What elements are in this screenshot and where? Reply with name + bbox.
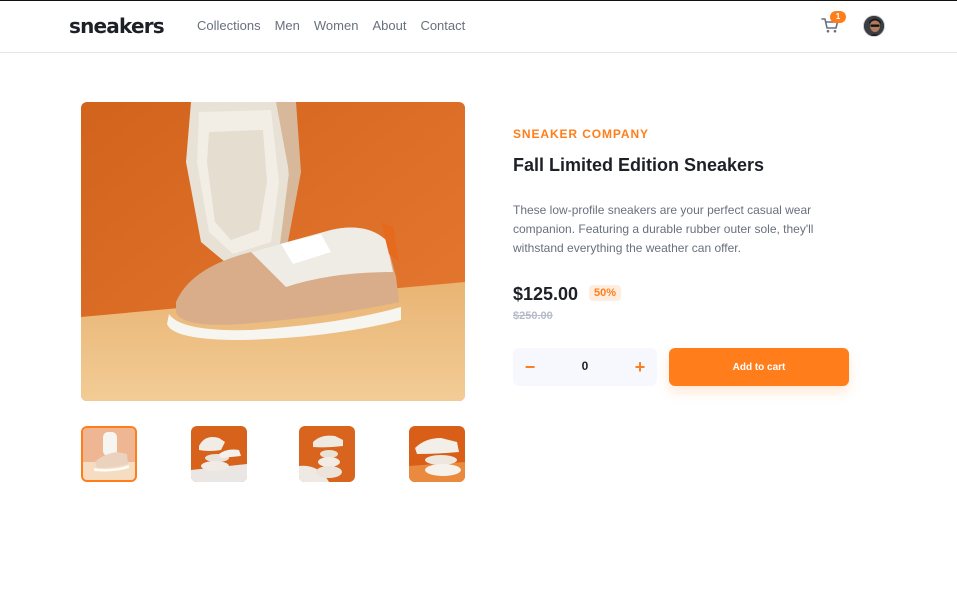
thumbnail-2[interactable] <box>191 426 247 482</box>
thumbnail-1[interactable] <box>81 426 137 482</box>
thumbnail-1-image <box>83 428 135 480</box>
original-price: $250.00 <box>513 310 553 322</box>
nav-about[interactable]: About <box>372 18 406 33</box>
cart-count-badge: 1 <box>830 11 846 23</box>
product-description: These low-profile sneakers are your perf… <box>513 203 814 255</box>
main-nav: Collections Men Women About Contact <box>197 18 465 33</box>
product-main-image[interactable] <box>81 102 465 401</box>
increase-quantity-button[interactable]: + <box>623 348 657 386</box>
company-name: SNEAKER COMPANY <box>513 127 649 141</box>
nav-collections[interactable]: Collections <box>197 18 261 33</box>
nav-men[interactable]: Men <box>275 18 300 33</box>
thumbnail-2-image <box>191 426 247 482</box>
nav-contact[interactable]: Contact <box>420 18 465 33</box>
thumbnail-3-image <box>299 426 355 482</box>
thumbnail-4-image <box>409 426 465 482</box>
quantity-value: 0 <box>581 359 589 373</box>
decrease-quantity-button[interactable]: − <box>513 348 547 386</box>
product-title: Fall Limited Edition Sneakers <box>513 155 765 175</box>
thumbnail-3[interactable] <box>299 426 355 482</box>
thumbnail-4[interactable] <box>409 426 465 482</box>
current-price: $125.00 <box>513 284 579 304</box>
quantity-stepper: − 0 + <box>513 348 657 386</box>
logo[interactable]: sneakers <box>69 14 165 38</box>
sneaker-photo <box>81 102 465 401</box>
nav-women[interactable]: Women <box>314 18 359 33</box>
avatar[interactable] <box>863 15 885 37</box>
site-header: sneakers Collections Men Women About Con… <box>0 1 957 53</box>
add-to-cart-button[interactable]: Add to cart <box>669 348 849 386</box>
discount-badge: 50% <box>589 285 622 301</box>
